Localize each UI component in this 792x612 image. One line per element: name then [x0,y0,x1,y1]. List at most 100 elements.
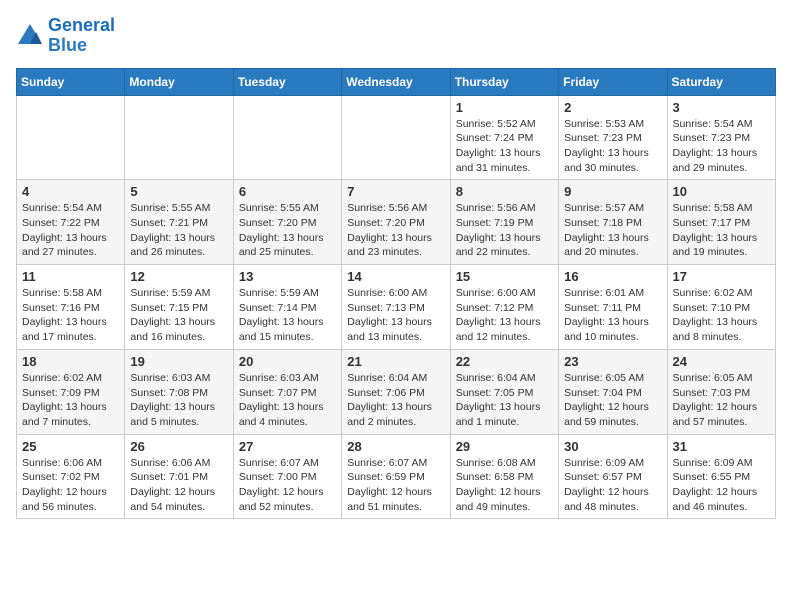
day-detail: Sunrise: 6:02 AMSunset: 7:10 PMDaylight:… [673,286,770,345]
day-number: 20 [239,354,336,369]
calendar-day-cell: 16 Sunrise: 6:01 AMSunset: 7:11 PMDaylig… [559,265,667,350]
calendar-day-cell: 23 Sunrise: 6:05 AMSunset: 7:04 PMDaylig… [559,349,667,434]
calendar-day-cell: 6 Sunrise: 5:55 AMSunset: 7:20 PMDayligh… [233,180,341,265]
weekday-header: Friday [559,68,667,95]
day-number: 5 [130,184,227,199]
day-detail: Sunrise: 6:08 AMSunset: 6:58 PMDaylight:… [456,456,553,515]
day-detail: Sunrise: 6:00 AMSunset: 7:12 PMDaylight:… [456,286,553,345]
calendar-week-row: 11 Sunrise: 5:58 AMSunset: 7:16 PMDaylig… [17,265,776,350]
calendar-week-row: 1 Sunrise: 5:52 AMSunset: 7:24 PMDayligh… [17,95,776,180]
day-number: 30 [564,439,661,454]
calendar-day-cell: 25 Sunrise: 6:06 AMSunset: 7:02 PMDaylig… [17,434,125,519]
day-number: 23 [564,354,661,369]
calendar-day-cell: 10 Sunrise: 5:58 AMSunset: 7:17 PMDaylig… [667,180,775,265]
weekday-header: Wednesday [342,68,450,95]
day-number: 10 [673,184,770,199]
weekday-header: Tuesday [233,68,341,95]
calendar-day-cell: 17 Sunrise: 6:02 AMSunset: 7:10 PMDaylig… [667,265,775,350]
calendar-day-cell: 11 Sunrise: 5:58 AMSunset: 7:16 PMDaylig… [17,265,125,350]
calendar-day-cell: 4 Sunrise: 5:54 AMSunset: 7:22 PMDayligh… [17,180,125,265]
day-number: 29 [456,439,553,454]
day-detail: Sunrise: 5:59 AMSunset: 7:15 PMDaylight:… [130,286,227,345]
page-header: General Blue [16,16,776,56]
day-number: 3 [673,100,770,115]
calendar-day-cell: 8 Sunrise: 5:56 AMSunset: 7:19 PMDayligh… [450,180,558,265]
day-detail: Sunrise: 6:02 AMSunset: 7:09 PMDaylight:… [22,371,119,430]
day-detail: Sunrise: 6:09 AMSunset: 6:57 PMDaylight:… [564,456,661,515]
day-number: 6 [239,184,336,199]
day-detail: Sunrise: 5:58 AMSunset: 7:17 PMDaylight:… [673,201,770,260]
day-detail: Sunrise: 6:00 AMSunset: 7:13 PMDaylight:… [347,286,444,345]
calendar-day-cell: 28 Sunrise: 6:07 AMSunset: 6:59 PMDaylig… [342,434,450,519]
calendar-day-cell: 19 Sunrise: 6:03 AMSunset: 7:08 PMDaylig… [125,349,233,434]
day-detail: Sunrise: 6:05 AMSunset: 7:04 PMDaylight:… [564,371,661,430]
calendar-day-cell: 2 Sunrise: 5:53 AMSunset: 7:23 PMDayligh… [559,95,667,180]
calendar-day-cell: 22 Sunrise: 6:04 AMSunset: 7:05 PMDaylig… [450,349,558,434]
calendar-day-cell: 9 Sunrise: 5:57 AMSunset: 7:18 PMDayligh… [559,180,667,265]
calendar-day-cell: 21 Sunrise: 6:04 AMSunset: 7:06 PMDaylig… [342,349,450,434]
calendar-day-cell: 5 Sunrise: 5:55 AMSunset: 7:21 PMDayligh… [125,180,233,265]
calendar-table: SundayMondayTuesdayWednesdayThursdayFrid… [16,68,776,520]
calendar-day-cell: 13 Sunrise: 5:59 AMSunset: 7:14 PMDaylig… [233,265,341,350]
calendar-day-cell: 26 Sunrise: 6:06 AMSunset: 7:01 PMDaylig… [125,434,233,519]
calendar-day-cell [17,95,125,180]
day-detail: Sunrise: 6:01 AMSunset: 7:11 PMDaylight:… [564,286,661,345]
calendar-day-cell: 24 Sunrise: 6:05 AMSunset: 7:03 PMDaylig… [667,349,775,434]
day-number: 16 [564,269,661,284]
logo: General Blue [16,16,115,56]
calendar-week-row: 4 Sunrise: 5:54 AMSunset: 7:22 PMDayligh… [17,180,776,265]
day-number: 24 [673,354,770,369]
day-detail: Sunrise: 5:55 AMSunset: 7:20 PMDaylight:… [239,201,336,260]
day-detail: Sunrise: 5:59 AMSunset: 7:14 PMDaylight:… [239,286,336,345]
calendar-day-cell: 12 Sunrise: 5:59 AMSunset: 7:15 PMDaylig… [125,265,233,350]
day-number: 21 [347,354,444,369]
calendar-day-cell: 27 Sunrise: 6:07 AMSunset: 7:00 PMDaylig… [233,434,341,519]
day-number: 27 [239,439,336,454]
weekday-header: Sunday [17,68,125,95]
day-number: 17 [673,269,770,284]
day-detail: Sunrise: 6:06 AMSunset: 7:01 PMDaylight:… [130,456,227,515]
day-detail: Sunrise: 5:57 AMSunset: 7:18 PMDaylight:… [564,201,661,260]
day-number: 2 [564,100,661,115]
calendar-day-cell: 29 Sunrise: 6:08 AMSunset: 6:58 PMDaylig… [450,434,558,519]
day-detail: Sunrise: 5:56 AMSunset: 7:19 PMDaylight:… [456,201,553,260]
day-number: 26 [130,439,227,454]
day-number: 8 [456,184,553,199]
day-detail: Sunrise: 6:07 AMSunset: 6:59 PMDaylight:… [347,456,444,515]
day-number: 25 [22,439,119,454]
day-detail: Sunrise: 5:52 AMSunset: 7:24 PMDaylight:… [456,117,553,176]
day-detail: Sunrise: 5:56 AMSunset: 7:20 PMDaylight:… [347,201,444,260]
calendar-header-row: SundayMondayTuesdayWednesdayThursdayFrid… [17,68,776,95]
day-detail: Sunrise: 6:03 AMSunset: 7:07 PMDaylight:… [239,371,336,430]
day-number: 14 [347,269,444,284]
logo-icon [16,22,44,50]
calendar-day-cell: 18 Sunrise: 6:02 AMSunset: 7:09 PMDaylig… [17,349,125,434]
calendar-day-cell: 15 Sunrise: 6:00 AMSunset: 7:12 PMDaylig… [450,265,558,350]
calendar-day-cell: 20 Sunrise: 6:03 AMSunset: 7:07 PMDaylig… [233,349,341,434]
day-detail: Sunrise: 6:03 AMSunset: 7:08 PMDaylight:… [130,371,227,430]
day-number: 7 [347,184,444,199]
calendar-day-cell [342,95,450,180]
weekday-header: Saturday [667,68,775,95]
logo-text: General Blue [48,16,115,56]
day-number: 1 [456,100,553,115]
calendar-day-cell: 1 Sunrise: 5:52 AMSunset: 7:24 PMDayligh… [450,95,558,180]
day-detail: Sunrise: 6:06 AMSunset: 7:02 PMDaylight:… [22,456,119,515]
day-detail: Sunrise: 6:04 AMSunset: 7:05 PMDaylight:… [456,371,553,430]
weekday-header: Thursday [450,68,558,95]
calendar-week-row: 25 Sunrise: 6:06 AMSunset: 7:02 PMDaylig… [17,434,776,519]
day-detail: Sunrise: 6:09 AMSunset: 6:55 PMDaylight:… [673,456,770,515]
calendar-day-cell [233,95,341,180]
day-number: 13 [239,269,336,284]
day-number: 19 [130,354,227,369]
day-number: 22 [456,354,553,369]
calendar-day-cell [125,95,233,180]
day-number: 4 [22,184,119,199]
day-number: 18 [22,354,119,369]
day-number: 15 [456,269,553,284]
day-detail: Sunrise: 5:58 AMSunset: 7:16 PMDaylight:… [22,286,119,345]
day-detail: Sunrise: 5:55 AMSunset: 7:21 PMDaylight:… [130,201,227,260]
day-number: 31 [673,439,770,454]
day-detail: Sunrise: 6:07 AMSunset: 7:00 PMDaylight:… [239,456,336,515]
day-detail: Sunrise: 6:04 AMSunset: 7:06 PMDaylight:… [347,371,444,430]
